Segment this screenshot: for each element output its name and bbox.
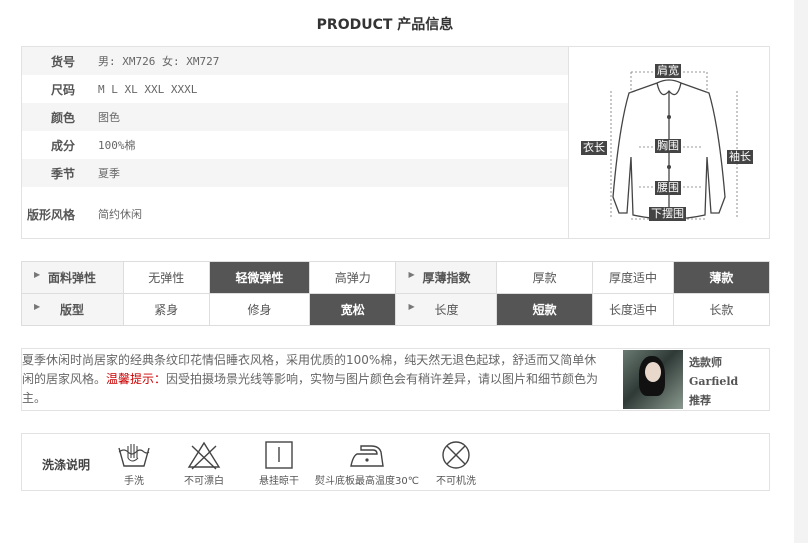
attr-option: 厚度适中 — [592, 261, 674, 294]
triangle-right-icon: ▶ — [34, 270, 41, 279]
info-row-item-no: 货号 男: XM726 女: XM727 — [22, 47, 568, 75]
diagram-label-waist: 腰围 — [655, 181, 681, 195]
warning-label: 温馨提示： — [106, 372, 167, 386]
info-row-material: 成分 100%棉 — [22, 131, 568, 159]
diagram-label-hem: 下摆围 — [649, 207, 686, 221]
triangle-right-icon: ▶ — [408, 302, 415, 311]
diagram-label-chest: 胸围 — [655, 139, 681, 153]
wash-item: 不可机洗 — [430, 440, 482, 487]
attr-option-selected: 短款 — [496, 293, 594, 326]
wash-instructions-panel: 洗涤说明 手洗 不可漂白 悬挂晾干 熨斗底板最高温度30℃ 不可机洗 — [21, 433, 770, 491]
info-value: 100%棉 — [98, 139, 136, 152]
hand-wash-icon — [118, 444, 150, 467]
info-value: 简约休闲 — [98, 208, 142, 221]
attribute-row: ▶ 面料弹性 无弹性 轻微弹性 高弹力 ▶ 厚薄指数 厚款 厚度适中 薄款 — [21, 261, 771, 294]
diagram-label-sleeve: 袖长 — [727, 150, 753, 164]
description-text: 夏季休闲时尚居家的经典条纹印花情侣睡衣风格，采用优质的100%棉，纯天然无退色起… — [22, 353, 599, 405]
triangle-right-icon: ▶ — [408, 270, 415, 279]
description-panel: 夏季休闲时尚居家的经典条纹印花情侣睡衣风格，采用优质的100%棉，纯天然无退色起… — [21, 348, 770, 411]
info-label: 颜色 — [50, 110, 75, 125]
wash-title: 洗涤说明 — [42, 458, 91, 472]
attr-head-elasticity: ▶ 面料弹性 — [21, 261, 124, 294]
no-bleach-icon — [187, 441, 221, 470]
info-value: M L XL XXL XXXL — [98, 82, 198, 96]
info-value: 男: XM726 女: XM727 — [98, 55, 220, 68]
attr-option: 紧身 — [122, 293, 210, 326]
info-value: 夏季 — [98, 167, 120, 180]
wash-item: 熨斗底板最高温度30℃ — [312, 440, 422, 487]
hang-dry-icon — [265, 441, 293, 469]
attr-option: 长度适中 — [592, 293, 674, 326]
info-label: 货号 — [50, 54, 75, 69]
attr-option: 修身 — [208, 293, 311, 326]
wash-item: 不可漂白 — [178, 440, 230, 487]
page-title: PRODUCT 产品信息 — [316, 17, 454, 33]
designer-caption: 选款师 Garfield 推荐 — [689, 356, 739, 407]
info-label: 季节 — [50, 166, 75, 181]
info-label: 成分 — [50, 138, 75, 153]
attr-option: 长款 — [672, 293, 771, 326]
info-label: 尺码 — [50, 82, 75, 97]
wash-item: 手洗 — [110, 440, 158, 487]
size-diagram: 肩宽 衣长 袖长 胸围 腰围 下摆围 — [568, 47, 770, 238]
diagram-label-length: 衣长 — [581, 141, 607, 155]
attr-option-selected: 轻微弹性 — [208, 261, 311, 294]
product-info-table: 货号 男: XM726 女: XM727 尺码 M L XL XXL XXXL … — [22, 47, 568, 234]
no-machine-wash-icon — [442, 441, 470, 469]
triangle-right-icon: ▶ — [34, 302, 41, 311]
attr-option-selected: 宽松 — [309, 293, 397, 326]
attribute-row: ▶ 版型 紧身 修身 宽松 ▶ 长度 短款 长度适中 长款 — [21, 293, 771, 326]
attr-head-length: ▶ 长度 — [395, 293, 498, 326]
diagram-label-shoulder: 肩宽 — [655, 64, 681, 78]
attr-option: 厚款 — [496, 261, 594, 294]
info-label: 版形风格 — [26, 207, 75, 222]
attr-option: 无弹性 — [122, 261, 210, 294]
iron-icon — [350, 445, 384, 467]
info-row-style: 版形风格 简约休闲 — [22, 194, 568, 234]
attr-head-fit: ▶ 版型 — [21, 293, 124, 326]
info-row-color: 颜色 图色 — [22, 103, 568, 131]
info-row-size: 尺码 M L XL XXL XXXL — [22, 75, 568, 103]
attr-option: 高弹力 — [309, 261, 397, 294]
attr-option-selected: 薄款 — [672, 261, 771, 294]
info-row-season: 季节 夏季 — [22, 159, 568, 187]
info-value: 图色 — [98, 111, 120, 124]
product-info-panel: 货号 男: XM726 女: XM727 尺码 M L XL XXL XXXL … — [21, 46, 770, 239]
attr-head-thickness: ▶ 厚薄指数 — [395, 261, 498, 294]
page-scroll-strip — [794, 0, 808, 543]
designer-photo — [623, 350, 683, 409]
wash-item: 悬挂晾干 — [254, 440, 304, 487]
attribute-table: ▶ 面料弹性 无弹性 轻微弹性 高弹力 ▶ 厚薄指数 厚款 厚度适中 薄款 ▶ 版型 … — [21, 261, 771, 326]
